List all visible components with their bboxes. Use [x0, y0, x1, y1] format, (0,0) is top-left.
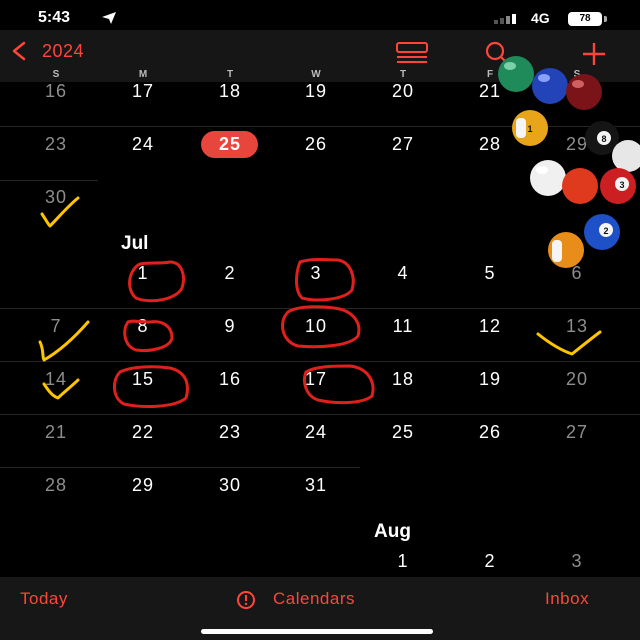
red-circle-annotation [281, 305, 361, 349]
red-circle-annotation [113, 365, 189, 408]
billiard-balls-sticker: 8 3 2 1 [498, 56, 640, 268]
inbox-button[interactable]: Inbox [545, 589, 589, 609]
yellow-check-annotation [40, 196, 80, 228]
red-circle-annotation [128, 260, 185, 303]
red-circle-annotation [295, 258, 355, 302]
billiard-ball-label: 8 [601, 134, 606, 144]
billiard-ball-label: 1 [527, 124, 532, 134]
alert-circle-icon[interactable] [236, 590, 256, 610]
today-button[interactable]: Today [20, 589, 68, 609]
red-circle-annotation [123, 319, 174, 352]
home-indicator [201, 629, 433, 634]
yellow-check-annotation [42, 378, 80, 400]
yellow-check-annotation [38, 320, 90, 362]
red-circle-annotation [303, 364, 375, 405]
calendars-button[interactable]: Calendars [273, 589, 355, 609]
billiard-ball-label: 2 [603, 226, 608, 236]
billiard-ball-label: 3 [619, 180, 624, 190]
yellow-check-annotation [536, 330, 602, 356]
